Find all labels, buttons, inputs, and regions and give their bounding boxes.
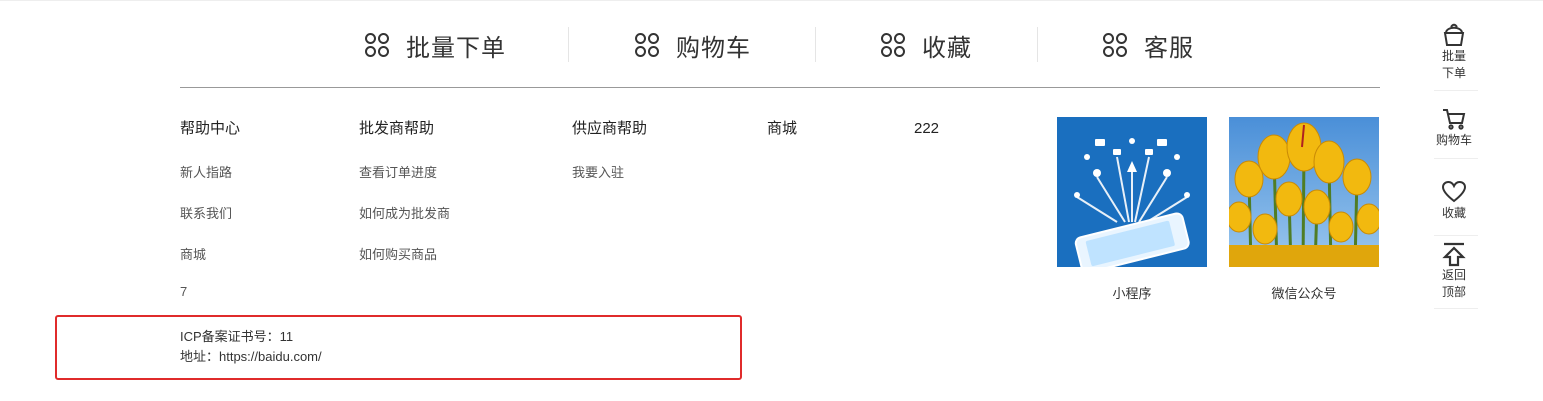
top-border	[0, 0, 1543, 1]
help-column-title: 批发商帮助	[359, 120, 435, 137]
help-column-supplier: 供应商帮助	[572, 118, 647, 140]
arrow-up-icon	[1442, 242, 1466, 267]
help-link[interactable]: 联系我们	[180, 203, 232, 222]
sidebar-divider	[1434, 308, 1478, 309]
help-column-title: 帮助中心	[180, 120, 241, 137]
feature-label: 收藏	[922, 34, 972, 62]
feature-nav: 批量下单 购物车 收藏 客服	[180, 22, 1380, 68]
feature-cart[interactable]: 购物车	[634, 22, 751, 68]
feature-bulk-order[interactable]: 批量下单	[364, 22, 506, 68]
sidebar-favorites[interactable]: 收藏	[1428, 179, 1480, 222]
feature-label: 购物车	[676, 34, 751, 62]
grid-icon	[365, 33, 389, 57]
help-column-mall: 商城	[767, 118, 797, 140]
grid-icon	[635, 33, 659, 57]
basket-icon	[1443, 23, 1465, 46]
feature-separator	[1037, 27, 1038, 62]
help-column-title: 供应商帮助	[572, 120, 648, 137]
sidebar-divider	[1434, 158, 1478, 159]
feature-label: 客服	[1144, 34, 1194, 62]
help-link[interactable]: 我要入驻	[572, 162, 624, 181]
help-link[interactable]: 商城	[180, 244, 206, 263]
qr-caption: 微信公众号	[1271, 286, 1337, 301]
help-column-title: 商城	[767, 120, 798, 137]
help-column-title: 222	[914, 120, 940, 137]
qr-caption: 小程序	[1112, 286, 1152, 301]
wechat-official-qr-image	[1229, 117, 1379, 267]
nav-divider	[180, 87, 1380, 88]
sidebar-label: 下单	[1441, 66, 1466, 80]
address: 地址：https://baidu.com/	[180, 349, 322, 364]
heart-icon	[1441, 180, 1467, 203]
help-column-222: 222	[914, 118, 939, 140]
help-link[interactable]: 如何成为批发商	[359, 203, 450, 222]
sidebar-label: 购物车	[1435, 133, 1472, 147]
cart-icon	[1443, 109, 1466, 130]
sidebar-label: 批量	[1441, 49, 1466, 63]
mini-program-qr-image	[1057, 117, 1207, 267]
help-link[interactable]: 新人指路	[180, 162, 232, 181]
sidebar-bulk-order[interactable]: 批量 下单	[1428, 22, 1480, 82]
sidebar-divider	[1434, 235, 1478, 236]
help-column-wholesaler: 批发商帮助	[359, 118, 434, 140]
sidebar-label: 顶部	[1441, 285, 1466, 299]
feature-separator	[568, 27, 569, 62]
sidebar-cart[interactable]: 购物车	[1428, 106, 1480, 149]
feature-customer-service[interactable]: 客服	[1102, 22, 1194, 68]
icp-record: ICP备案证书号：11	[180, 329, 294, 344]
sidebar-label: 收藏	[1441, 206, 1466, 220]
sidebar-label: 返回	[1441, 268, 1466, 282]
help-link[interactable]: 如何购买商品	[359, 244, 437, 263]
feature-separator	[815, 27, 816, 62]
extra-text: 7	[180, 284, 188, 299]
grid-icon	[1103, 33, 1127, 57]
help-column-help-center: 帮助中心	[180, 118, 240, 140]
highlight-box	[55, 315, 742, 380]
feature-label: 批量下单	[406, 34, 506, 62]
sidebar-divider	[1434, 90, 1478, 91]
sidebar-back-to-top[interactable]: 返回 顶部	[1428, 241, 1480, 301]
help-link[interactable]: 查看订单进度	[359, 162, 437, 181]
grid-icon	[881, 33, 905, 57]
feature-favorites[interactable]: 收藏	[880, 22, 972, 68]
